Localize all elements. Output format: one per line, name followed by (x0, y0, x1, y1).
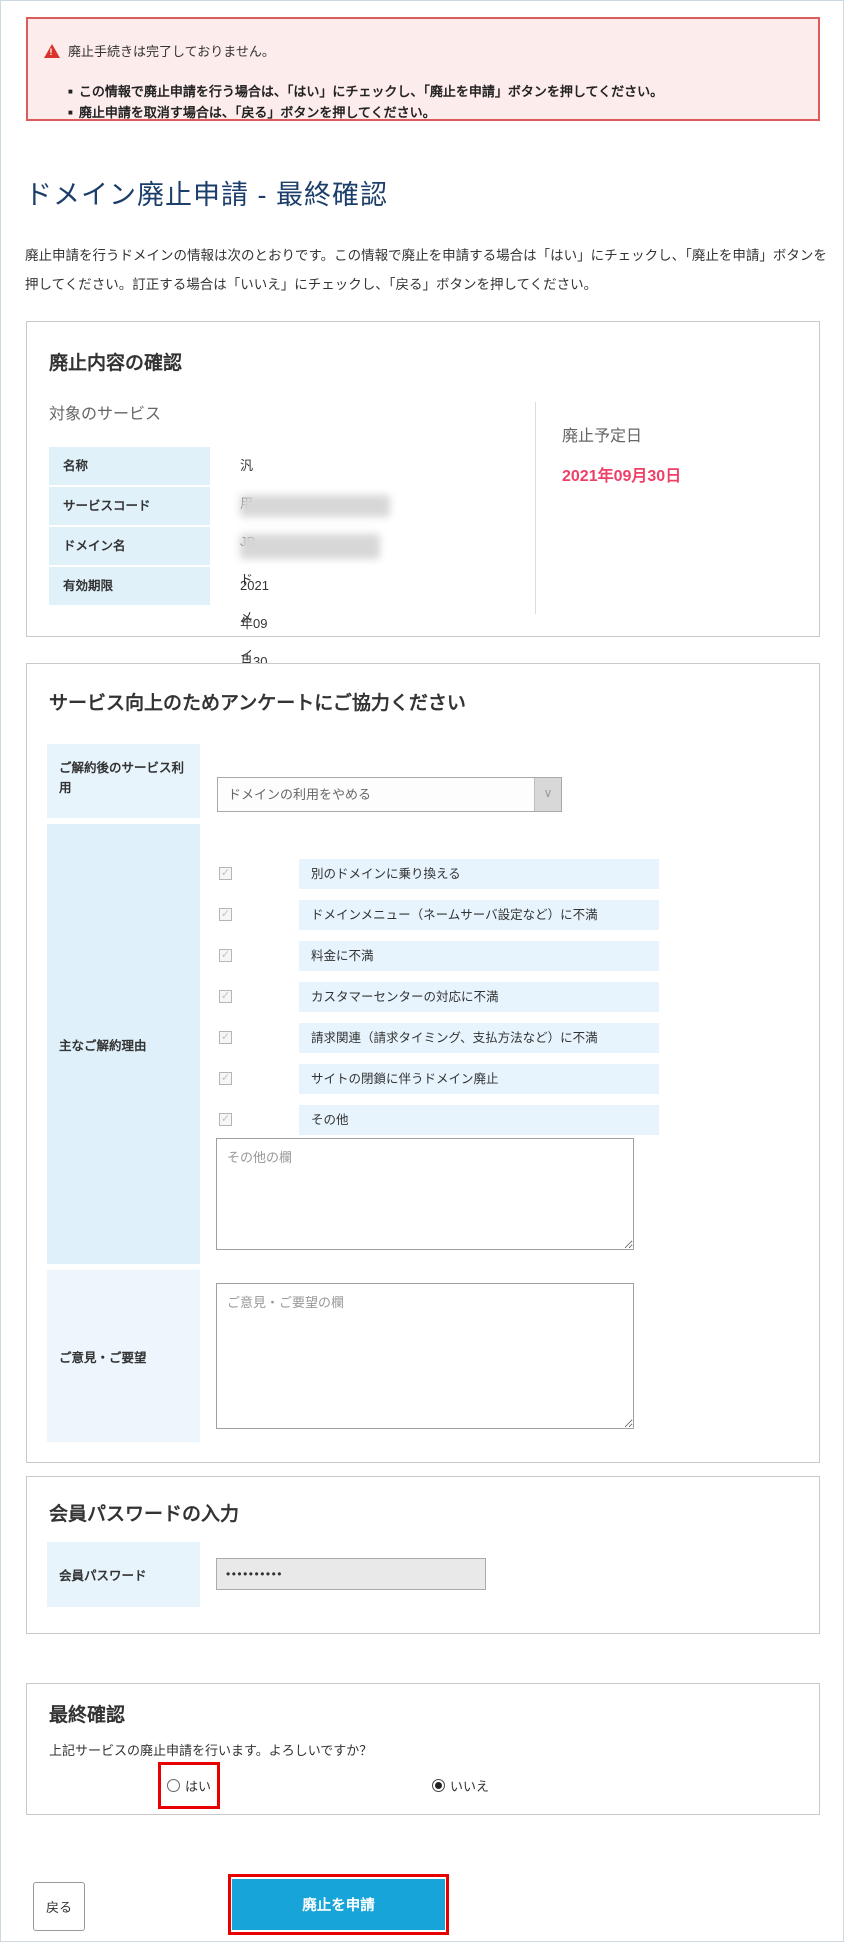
alert-bullet-1: この情報で廃止申請を行う場合は、「はい」にチェックし、「廃止を申請」ボタンを押し… (79, 81, 663, 102)
alert-banner: ! 廃止手続きは完了しておりません。 ■ この情報で廃止申請を行う場合は、「はい」… (26, 17, 820, 121)
vertical-divider (535, 402, 536, 614)
reason-label: ドメインメニュー（ネームサーバ設定など）に不満 (299, 900, 659, 930)
reason-label: 料金に不満 (299, 941, 659, 971)
feedback-label: ご意見・ご要望 (47, 1270, 200, 1442)
checkbox-site-closed[interactable]: ✓ (219, 1072, 232, 1085)
cancellation-detail-section: 廃止内容の確認 対象のサービス 名称 汎用JPドメイン サービスコード ドメイン… (26, 321, 820, 637)
row-label-expiry: 有効期限 (49, 567, 210, 605)
row-value-service-code-redacted (240, 487, 390, 525)
checkbox-billing-dissatisfied[interactable]: ✓ (219, 1031, 232, 1044)
reason-label: サイトの閉鎖に伴うドメイン廃止 (299, 1064, 659, 1094)
reason-label: その他 (299, 1105, 659, 1135)
final-confirm-section: 最終確認 上記サービスの廃止申請を行います。よろしいですか？ はい いいえ (26, 1683, 820, 1815)
reason-label: 請求関連（請求タイミング、支払方法など）に不満 (299, 1023, 659, 1053)
submit-cancellation-button[interactable]: 廃止を申請 (232, 1879, 445, 1930)
section-heading-final: 最終確認 (49, 1700, 125, 1727)
reason-label: 別のドメインに乗り換える (299, 859, 659, 889)
row-value-domain-name-redacted (240, 527, 380, 565)
usage-after-cancel-label: ご解約後のサービス利用 (47, 744, 200, 818)
section-heading-survey: サービス向上のためアンケートにご協力ください (49, 688, 466, 715)
alert-title-row: ! 廃止手続きは完了しておりません。 (44, 41, 275, 60)
page-intro: 廃止申請を行うドメインの情報は次のとおりです。この情報で廃止を申請する場合は「は… (25, 241, 827, 299)
survey-section: サービス向上のためアンケートにご協力ください ご解約後のサービス利用 ドメインの… (26, 663, 820, 1463)
other-reason-textarea[interactable] (216, 1138, 634, 1250)
yes-option-highlight: はい (158, 1762, 220, 1809)
checkbox-support-dissatisfied[interactable]: ✓ (219, 990, 232, 1003)
password-label: 会員パスワード (47, 1542, 200, 1607)
alert-title: 廃止手続きは完了しておりません。 (68, 41, 275, 60)
warning-icon: ! (44, 44, 60, 58)
row-label-service-code: サービスコード (49, 487, 210, 525)
section-heading-password: 会員パスワードの入力 (49, 1499, 239, 1526)
bullet-icon: ■ (68, 81, 73, 102)
row-label-domain-name: ドメイン名 (49, 527, 210, 565)
password-field[interactable] (216, 1558, 486, 1590)
cancel-reason-label: 主なご解約理由 (47, 824, 200, 1264)
checkbox-price-dissatisfied[interactable]: ✓ (219, 949, 232, 962)
back-button[interactable]: 戻る (33, 1882, 85, 1931)
row-value-name: 汎用JPドメイン (240, 447, 255, 485)
scheduled-date-label: 廃止予定日 (562, 422, 642, 446)
radio-yes-label: はい (185, 1776, 211, 1795)
feedback-textarea[interactable] (216, 1283, 634, 1429)
final-question: 上記サービスの廃止申請を行います。よろしいですか？ (49, 1740, 372, 1759)
radio-yes[interactable] (167, 1779, 180, 1792)
reason-label: カスタマーセンターの対応に不満 (299, 982, 659, 1012)
usage-after-cancel-select[interactable]: ドメインの利用をやめる ∨ (217, 777, 562, 812)
bullet-icon: ■ (68, 102, 73, 123)
radio-no-label: いいえ (450, 1776, 489, 1795)
radio-no[interactable] (432, 1779, 445, 1792)
page-title: ドメイン廃止申請 - 最終確認 (25, 173, 388, 212)
row-value-expiry: 2021年09月30日 (240, 567, 269, 605)
checkbox-menu-dissatisfied[interactable]: ✓ (219, 908, 232, 921)
usage-select-value: ドメインの利用をやめる (228, 787, 371, 802)
alert-bullets: ■ この情報で廃止申請を行う場合は、「はい」にチェックし、「廃止を申請」ボタンを押… (68, 81, 663, 123)
row-label-name: 名称 (49, 447, 210, 485)
no-option-group: いいえ (432, 1776, 489, 1795)
checkbox-switch-domain[interactable]: ✓ (219, 867, 232, 880)
target-service-subheading: 対象のサービス (49, 400, 161, 424)
chevron-down-icon: ∨ (534, 778, 561, 811)
section-heading-confirm: 廃止内容の確認 (49, 348, 182, 375)
alert-bullet-2: 廃止申請を取消す場合は、「戻る」ボタンを押してください。 (79, 102, 436, 123)
submit-button-highlight: 廃止を申請 (228, 1874, 449, 1935)
checkbox-other[interactable]: ✓ (219, 1113, 232, 1126)
password-section: 会員パスワードの入力 会員パスワード (26, 1476, 820, 1634)
scheduled-date-value: 2021年09月30日 (562, 462, 681, 486)
domain-cancellation-confirm-page: ! 廃止手続きは完了しておりません。 ■ この情報で廃止申請を行う場合は、「はい」… (0, 0, 844, 1942)
